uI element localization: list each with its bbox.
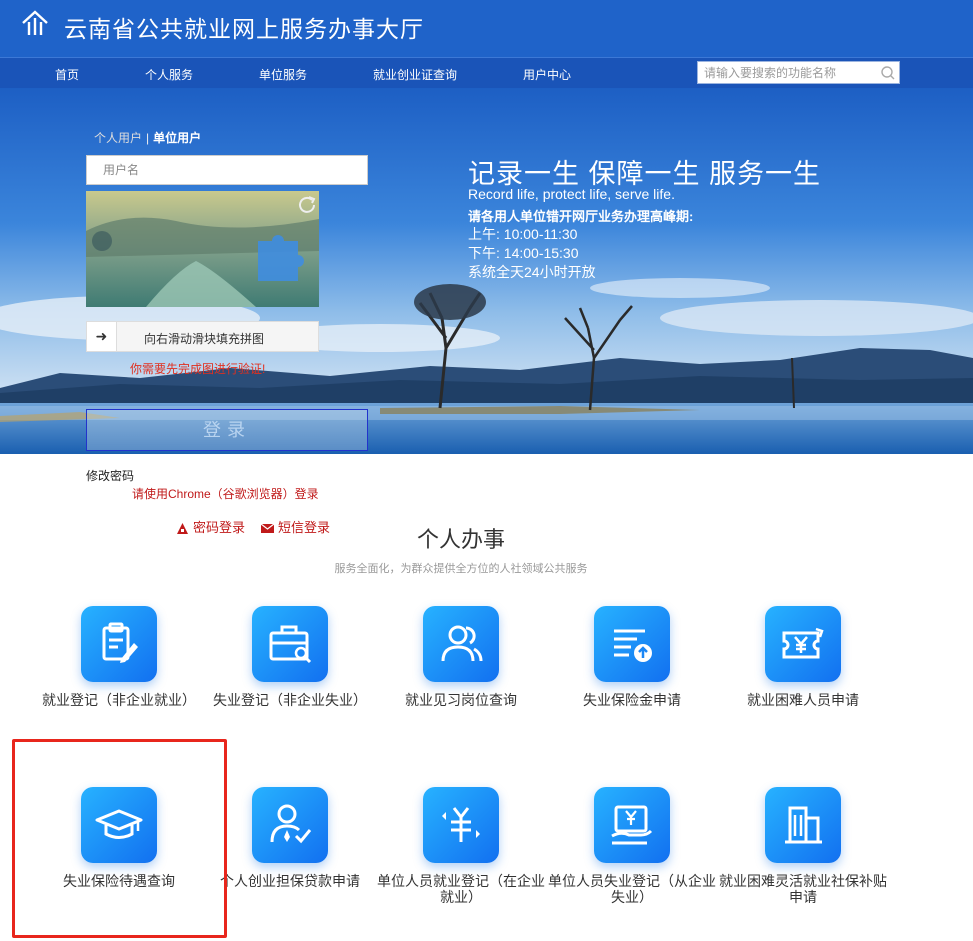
service-item[interactable]: 就业登记（非企业就业） xyxy=(31,606,207,716)
service-label: 个人创业担保贷款申请 xyxy=(220,873,360,889)
list-upload-icon xyxy=(594,606,670,682)
service-item[interactable]: 失业保险金申请 xyxy=(544,606,720,716)
service-label: 失业登记（非企业失业） xyxy=(213,692,367,708)
home-logo-icon[interactable] xyxy=(20,9,50,39)
banner-afternoon-hours: 下午: 14:00-15:30 xyxy=(468,245,579,261)
highlight-box xyxy=(12,739,227,938)
person-check-icon xyxy=(252,787,328,863)
toolbox-search-icon xyxy=(252,606,328,682)
chrome-tip: 请使用Chrome（谷歌浏览器）登录 xyxy=(132,487,319,501)
hero-banner: 个人用户|单位用户 ➜ 向右滑动滑块填充拼图 你需要先完成图进行验证! 登录 记… xyxy=(0,88,973,454)
service-label: 就业登记（非企业就业） xyxy=(42,692,196,708)
service-item[interactable]: 就业困难灵活就业社保补贴申请 xyxy=(715,787,891,905)
edit-document-icon xyxy=(81,606,157,682)
yen-arrows-icon xyxy=(423,787,499,863)
captcha-slider: ➜ 向右滑动滑块填充拼图 xyxy=(86,321,319,352)
service-label: 就业见习岗位查询 xyxy=(405,692,517,708)
tab-personal-user[interactable]: 个人用户 xyxy=(94,131,142,145)
yen-ticket-icon xyxy=(765,606,841,682)
captcha-warning: 你需要先完成图进行验证! xyxy=(130,362,266,376)
slider-handle[interactable]: ➜ xyxy=(87,322,117,351)
refresh-icon[interactable] xyxy=(297,194,317,214)
change-password-link[interactable]: 修改密码 xyxy=(86,467,134,484)
yen-hand-icon xyxy=(594,787,670,863)
search-box xyxy=(697,61,900,84)
login-tabs: 个人用户 | 单位用户 xyxy=(94,129,201,146)
service-item[interactable]: 单位人员失业登记（从企业失业） xyxy=(544,787,720,905)
service-item[interactable]: 就业见习岗位查询 xyxy=(373,606,549,716)
service-item[interactable]: 失业登记（非企业失业） xyxy=(202,606,378,716)
nav-personal-service[interactable]: 个人服务 xyxy=(145,66,193,83)
search-input[interactable] xyxy=(704,65,874,81)
service-label: 单位人员失业登记（从企业失业） xyxy=(548,873,716,905)
slider-hint: 向右滑动滑块填充拼图 xyxy=(144,332,265,346)
banner-system-open: 系统全天24小时开放 xyxy=(468,264,596,280)
service-label: 就业困难灵活就业社保补贴申请 xyxy=(719,873,887,905)
banner-slogan-en: Record life, protect life, serve life. xyxy=(468,186,675,202)
site-header: 云南省公共就业网上服务办事大厅 xyxy=(0,0,973,57)
site-title: 云南省公共就业网上服务办事大厅 xyxy=(64,16,424,42)
service-item[interactable]: 就业困难人员申请 xyxy=(715,606,891,716)
service-item[interactable]: 单位人员就业登记（在企业就业） xyxy=(373,787,549,905)
username-input[interactable] xyxy=(87,156,367,184)
users-icon xyxy=(423,606,499,682)
username-field-wrapper xyxy=(86,155,368,185)
nav-employment-cert-query[interactable]: 就业创业证查询 xyxy=(373,66,457,83)
section-title: 个人办事 xyxy=(416,527,505,552)
section-subtitle: 服务全面化，为群众提供全方位的人社领域公共服务 xyxy=(334,563,588,575)
login-button[interactable]: 登录 xyxy=(86,409,368,451)
nav-unit-service[interactable]: 单位服务 xyxy=(259,66,307,83)
search-icon[interactable] xyxy=(880,65,896,81)
tab-separator: | xyxy=(146,131,150,145)
nav-home[interactable]: 首页 xyxy=(55,66,79,83)
service-label: 单位人员就业登记（在企业就业） xyxy=(377,873,545,905)
nav-user-center[interactable]: 用户中心 xyxy=(523,66,571,83)
service-label: 就业困难人员申请 xyxy=(747,692,859,708)
banner-peak-notice: 请各用人单位错开网厅业务办理高峰期: xyxy=(468,209,694,224)
service-label: 失业保险金申请 xyxy=(583,692,681,708)
service-item[interactable]: 个人创业担保贷款申请 xyxy=(202,787,378,897)
captcha-puzzle-image xyxy=(86,191,319,307)
building-icon xyxy=(765,787,841,863)
tab-unit-user[interactable]: 单位用户 xyxy=(153,131,201,145)
banner-morning-hours: 上午: 10:00-11:30 xyxy=(468,226,578,242)
